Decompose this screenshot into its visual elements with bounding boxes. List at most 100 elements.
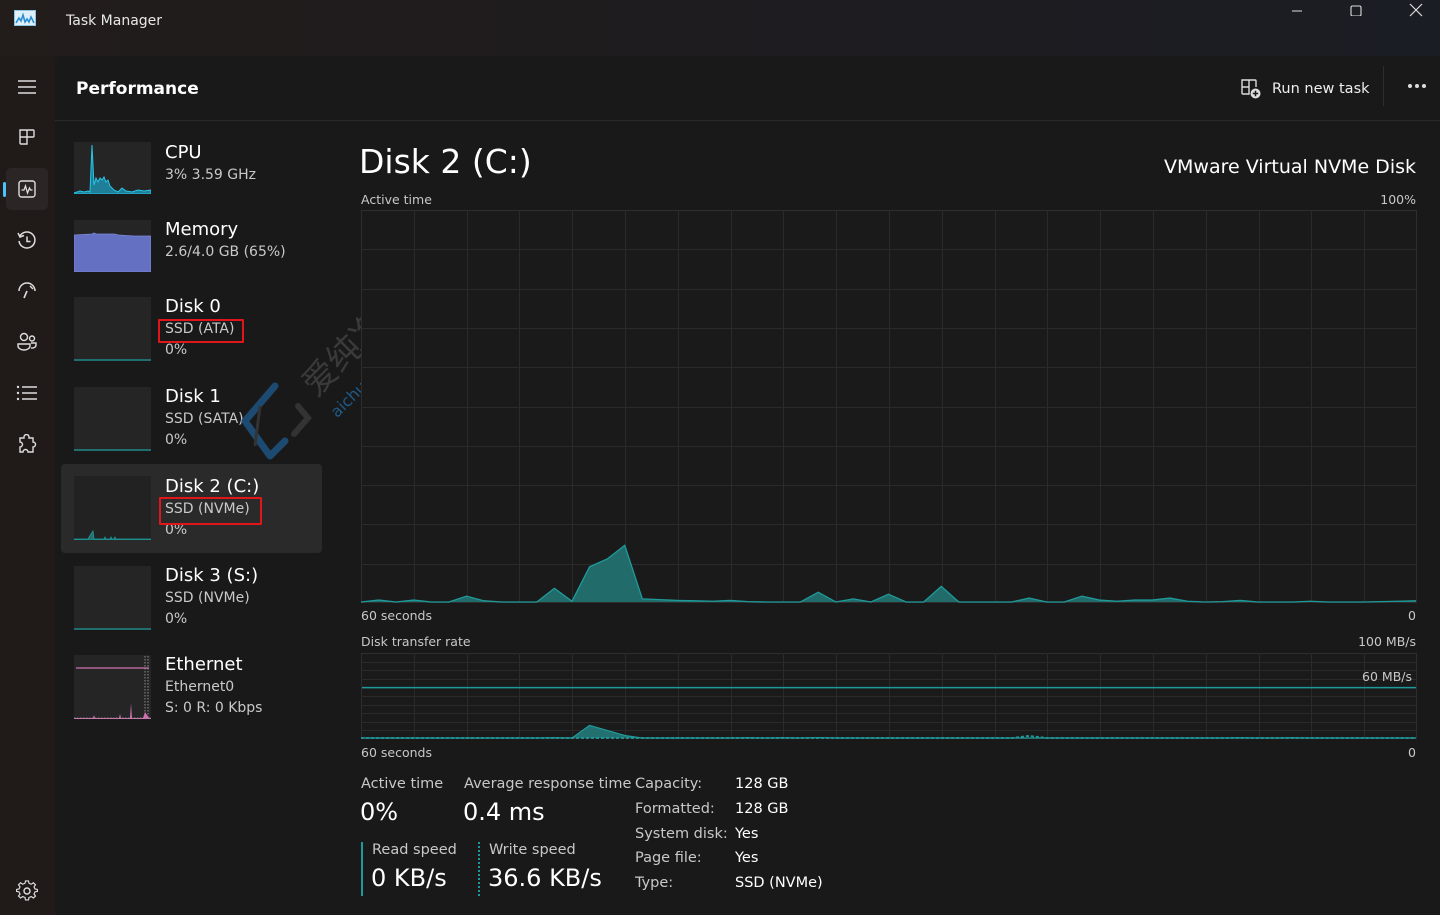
write-speed-label: Write speed [489,842,576,858]
transfer-rate-min-label: 0 [1408,745,1416,760]
more-options-button[interactable] [1403,74,1431,98]
read-speed-legend-line [361,842,363,896]
task-manager-app-icon [14,10,36,26]
disk-3-thumbnail-graph [74,566,151,630]
device-usage: 0% [165,611,188,627]
device-item-cpu[interactable]: CPU 3% 3.59 GHz [61,133,322,222]
device-subtitle: 3% 3.59 GHz [165,167,257,183]
close-icon [1409,3,1423,17]
property-value: Yes [735,826,759,842]
run-new-task-button[interactable]: Run new task [1240,76,1370,102]
property-value: 128 GB [735,801,789,817]
maximize-button[interactable] [1333,0,1379,20]
transfer-rate-max-label: 100 MB/s [1358,634,1416,649]
device-subtitle: 2.6/4.0 GB (65%) [165,244,286,260]
gear-icon [16,880,38,901]
header-separator [1383,66,1384,106]
run-new-task-icon [1241,79,1261,99]
main-panel: Performance Run new task CPU 3% 3.59 GHz [55,56,1440,915]
property-value: SSD (NVMe) [735,875,823,891]
disk-1-thumbnail-graph [74,387,151,451]
disk-2-thumbnail-graph [74,476,151,540]
nav-app-history[interactable] [6,220,48,262]
write-speed-value: 36.6 KB/s [488,864,602,892]
device-type: SSD (NVMe) [165,590,250,606]
read-speed-value: 0 KB/s [371,864,447,892]
history-icon [17,231,36,249]
device-throughput: S: 0 R: 0 Kbps [165,700,263,716]
processes-icon [19,129,35,145]
minimize-button[interactable] [1274,0,1320,20]
performance-icon [18,180,36,198]
puzzle-icon [19,434,37,453]
device-name: Disk 0 [165,296,221,317]
title-bar: Task Manager [0,0,1440,56]
run-new-task-label: Run new task [1272,81,1370,97]
users-icon [17,332,37,351]
page-header: Performance Run new task [55,56,1440,121]
active-time-stat-value: 0% [360,798,399,826]
device-usage: 0% [165,432,188,448]
disk-0-thumbnail-graph [74,297,151,361]
close-button[interactable] [1393,0,1439,20]
device-name: Disk 1 [165,386,221,407]
device-name: Memory [165,219,239,240]
active-indicator [3,182,6,197]
device-name: CPU [165,142,202,163]
transfer-rate-chart [361,653,1417,739]
memory-thumbnail-graph [74,220,151,272]
device-item-disk-3[interactable]: Disk 3 (S:) SSD (NVMe) 0% [61,556,322,645]
transfer-rate-reference-label: 60 MB/s [1362,669,1412,684]
list-icon [16,385,37,401]
device-name: Disk 3 (S:) [165,565,259,586]
maximize-icon [1350,5,1362,16]
property-label: Formatted: [635,801,715,817]
nav-hamburger-button[interactable] [6,66,48,108]
highlight-box [159,497,262,525]
device-item-disk-0[interactable]: Disk 0 SSD (ATA) 0% [61,287,322,376]
device-item-ethernet[interactable]: Ethernet Ethernet0 S: 0 R: 0 Kbps [61,645,322,734]
device-name: Disk 2 (C:) [165,476,260,497]
device-item-disk-2[interactable]: Disk 2 (C:) SSD (NVMe) 0% [61,464,322,553]
avg-response-label: Average response time [464,776,632,792]
more-icon [1408,84,1426,88]
nav-settings[interactable] [6,870,48,912]
property-value: Yes [735,850,759,866]
property-label: Page file: [635,850,702,866]
nav-processes[interactable] [6,116,48,158]
startup-icon [18,282,36,299]
nav-performance[interactable] [3,168,48,210]
transfer-rate-duration-label: 60 seconds [361,745,432,760]
avg-response-value: 0.4 ms [463,798,545,826]
nav-services[interactable] [6,424,48,466]
page-title: Performance [76,79,199,99]
device-item-memory[interactable]: Memory 2.6/4.0 GB (65%) [61,210,322,299]
active-time-stat-label: Active time [361,776,444,792]
active-time-chart [361,210,1417,603]
device-type: SSD (SATA) [165,411,244,427]
active-time-min-label: 0 [1408,608,1416,623]
active-time-duration-label: 60 seconds [361,608,432,623]
device-item-disk-1[interactable]: Disk 1 SSD (SATA) 0% [61,377,322,466]
property-label: System disk: [635,826,728,842]
property-value: 128 GB [735,776,789,792]
device-usage: 0% [165,342,188,358]
cpu-thumbnail-graph [74,142,151,194]
read-speed-label: Read speed [372,842,457,858]
property-label: Capacity: [635,776,703,792]
nav-details[interactable] [6,372,48,414]
write-speed-legend-line [478,842,480,896]
nav-users[interactable] [6,321,48,363]
window-title: Task Manager [66,13,163,29]
disk-title: Disk 2 (C:) [359,142,532,181]
hamburger-icon [18,80,36,94]
highlight-box [158,319,244,343]
nav-startup-apps[interactable] [6,270,48,312]
disk-model: VMware Virtual NVMe Disk [1164,156,1416,178]
active-time-chart-label: Active time [361,192,432,207]
device-adapter: Ethernet0 [165,679,235,695]
transfer-rate-chart-label: Disk transfer rate [361,634,471,649]
active-time-max-label: 100% [1380,192,1416,207]
device-name: Ethernet [165,654,243,675]
ethernet-thumbnail-graph [74,655,151,719]
